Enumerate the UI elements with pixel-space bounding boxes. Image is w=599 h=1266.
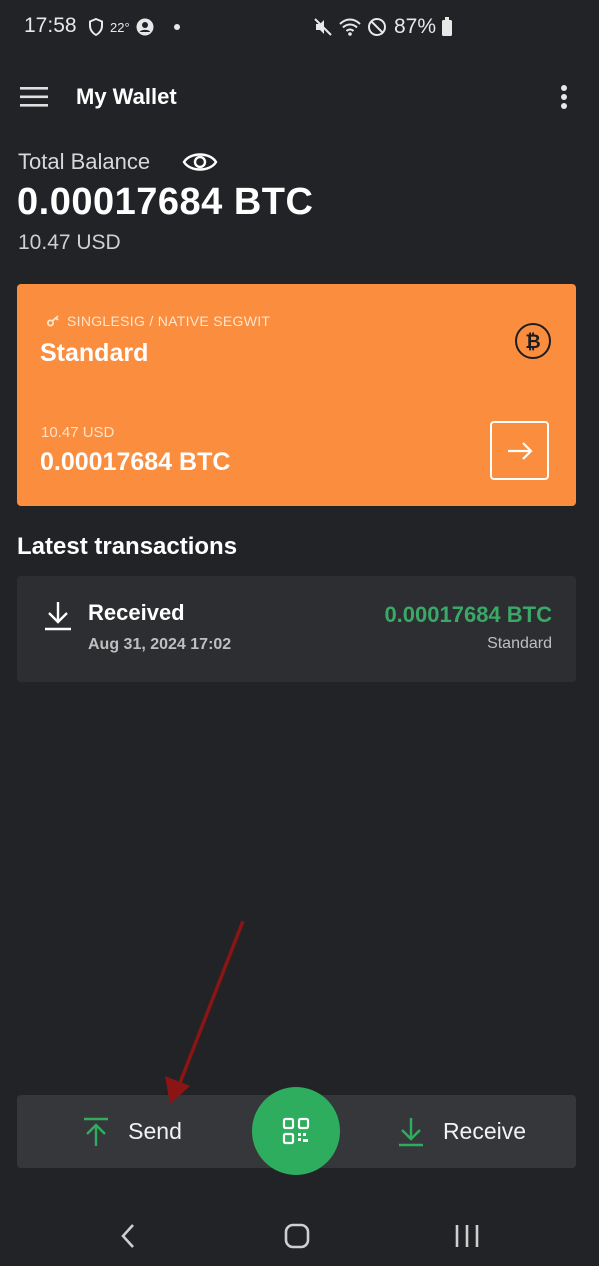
transaction-amount: 0.00017684 BTC	[384, 602, 552, 627]
back-chevron-icon	[121, 1224, 134, 1248]
transaction-wallet: Standard	[487, 635, 552, 652]
wallet-balance-usd: 10.47 USD	[41, 424, 115, 441]
nav-back-button[interactable]	[116, 1220, 140, 1252]
more-vertical-icon	[561, 85, 567, 109]
total-balance-usd: 10.47 USD	[18, 231, 121, 254]
key-icon	[47, 315, 59, 327]
toggle-visibility-button[interactable]	[182, 150, 218, 174]
status-right-icons: 87%	[313, 14, 453, 40]
mute-icon	[314, 18, 332, 36]
nav-home-button[interactable]	[282, 1220, 312, 1252]
battery-icon	[442, 17, 453, 36]
transactions-heading: Latest transactions	[17, 533, 238, 560]
eye-icon	[182, 153, 218, 171]
open-wallet-button[interactable]	[490, 421, 549, 480]
recents-icon	[455, 1225, 479, 1247]
more-options-button[interactable]	[554, 84, 574, 112]
wallet-name: Standard	[40, 339, 149, 367]
account-icon	[136, 18, 154, 36]
total-balance-btc: 0.00017684 BTC	[17, 181, 314, 223]
wallet-type: SINGLESIG / NATIVE SEGWIT	[47, 313, 270, 329]
wifi-icon	[339, 18, 361, 36]
home-icon	[284, 1223, 310, 1249]
transaction-date: Aug 31, 2024 17:02	[88, 636, 232, 653]
bitcoin-icon: ₿	[514, 322, 552, 360]
wallet-type-label: SINGLESIG / NATIVE SEGWIT	[67, 313, 271, 329]
hamburger-icon	[20, 87, 48, 107]
svg-text:₿: ₿	[525, 331, 540, 353]
send-label: Send	[128, 1118, 182, 1144]
do-not-disturb-icon	[368, 18, 386, 36]
menu-button[interactable]	[20, 86, 50, 108]
transaction-title: Received	[88, 600, 185, 625]
download-icon	[43, 600, 73, 632]
wallet-balance-btc: 0.00017684 BTC	[40, 448, 231, 476]
page-title: My Wallet	[76, 84, 177, 109]
status-time: 17:58	[24, 14, 77, 37]
receive-button[interactable]: Receive	[347, 1095, 576, 1168]
qr-scan-icon	[282, 1117, 310, 1145]
receive-label: Receive	[442, 1118, 527, 1144]
shield-icon	[89, 18, 103, 36]
status-left-icons: 22°	[88, 14, 180, 40]
status-temperature: 22°	[110, 19, 130, 35]
battery-percent: 87%	[394, 15, 437, 38]
status-bar: 17:58 22° 87%	[0, 0, 599, 54]
wallet-card[interactable]: SINGLESIG / NATIVE SEGWIT Standard ₿ 10.…	[17, 284, 576, 506]
send-button[interactable]: Send	[17, 1095, 247, 1168]
total-balance-label: Total Balance	[18, 149, 151, 174]
scan-qr-button[interactable]	[252, 1087, 340, 1175]
transaction-row[interactable]: Received Aug 31, 2024 17:02 0.00017684 B…	[17, 576, 576, 682]
receive-arrow-down-icon	[398, 1117, 423, 1146]
send-arrow-up-icon	[84, 1117, 109, 1146]
nav-recents-button[interactable]	[452, 1222, 482, 1250]
notification-dot-icon	[173, 24, 180, 30]
arrow-right-icon	[507, 441, 533, 460]
